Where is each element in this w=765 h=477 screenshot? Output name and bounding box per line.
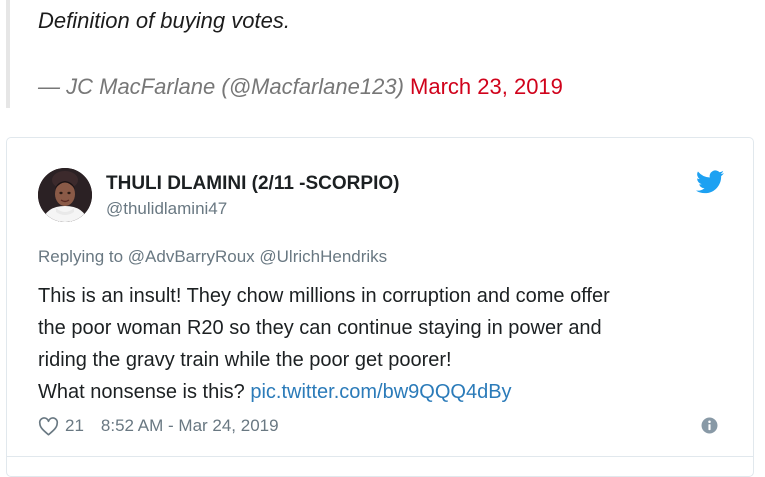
tweet-media-link[interactable]: pic.twitter.com/bw9QQQ4dBy bbox=[250, 381, 511, 403]
reply-mention-1[interactable]: @AdvBarryRoux bbox=[128, 247, 255, 266]
info-icon[interactable] bbox=[701, 417, 718, 434]
tweet-card: THULI DLAMINI (2/11 -SCORPIO) @thulidlam… bbox=[6, 137, 754, 477]
reply-mention-2[interactable]: @UlrichHendriks bbox=[259, 247, 387, 266]
tweet-text-line: the poor woman R20 so they can continue … bbox=[38, 317, 602, 339]
tweet-text-line-last: What nonsense is this? pic.twitter.com/b… bbox=[38, 376, 738, 408]
card-divider bbox=[7, 456, 753, 457]
author-handle[interactable]: @thulidlamini47 bbox=[106, 199, 227, 219]
heart-icon[interactable] bbox=[38, 416, 59, 436]
twitter-bird-icon[interactable] bbox=[696, 170, 724, 194]
like-count[interactable]: 21 bbox=[65, 416, 84, 436]
author-name[interactable]: THULI DLAMINI (2/11 -SCORPIO) bbox=[106, 173, 399, 195]
reply-context: Replying to @AdvBarryRoux @UlrichHendrik… bbox=[38, 247, 387, 267]
tweet-text-line: riding the gravy train while the poor ge… bbox=[38, 349, 452, 371]
tweet-body: This is an insult! They chow millions in… bbox=[38, 280, 738, 408]
embedded-quote: Definition of buying votes. — JC MacFarl… bbox=[0, 0, 740, 108]
reply-prefix: Replying to bbox=[38, 247, 124, 266]
quote-author: — JC MacFarlane (@Macfarlane123) bbox=[38, 74, 404, 99]
quote-text: Definition of buying votes. bbox=[38, 8, 290, 33]
quote-date-link[interactable]: March 23, 2019 bbox=[410, 74, 563, 99]
tweet-timestamp[interactable]: 8:52 AM - Mar 24, 2019 bbox=[101, 416, 279, 436]
tweet-meta: 21 8:52 AM - Mar 24, 2019 bbox=[38, 414, 279, 438]
tweet-text-question: What nonsense is this? bbox=[38, 381, 245, 403]
tweet-text-line: This is an insult! They chow millions in… bbox=[38, 285, 610, 307]
avatar-image bbox=[38, 168, 92, 222]
quote-citation: — JC MacFarlane (@Macfarlane123) March 2… bbox=[38, 74, 563, 100]
avatar[interactable] bbox=[38, 168, 92, 222]
quote-bar bbox=[6, 0, 10, 108]
